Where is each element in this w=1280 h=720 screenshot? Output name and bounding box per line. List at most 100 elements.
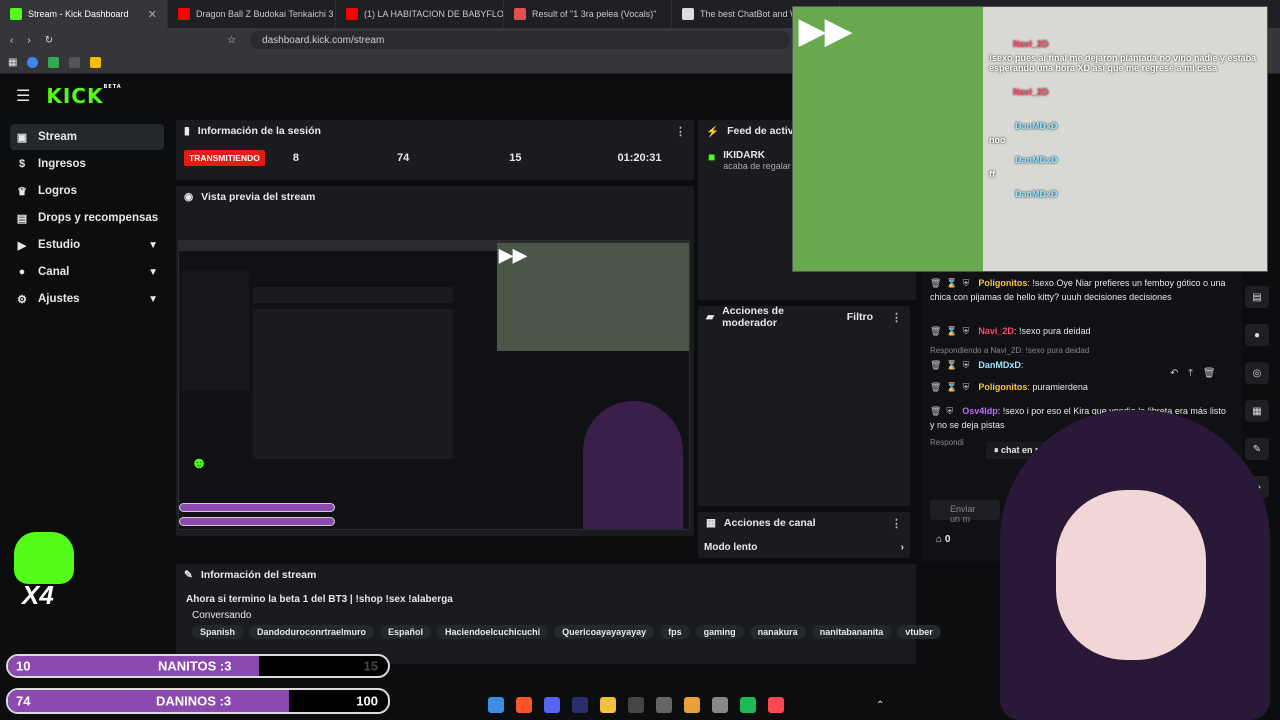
film-icon: ▦ [706,517,716,529]
mod-action-icons[interactable]: 🗑⌛⛨ [930,382,974,392]
document-icon[interactable]: ▤ [1245,286,1269,308]
sidebar-item-drops[interactable]: ▤ Drops y recompensas [10,205,164,231]
obs-icon[interactable] [628,697,644,713]
hamburger-menu-icon[interactable]: ☰ [16,86,30,106]
browser-tab[interactable]: (1) LA HABITACION DE BABYFLO [336,0,504,28]
reply-icon[interactable]: ↶ [1170,368,1178,379]
youtube-favicon-icon [178,8,190,20]
tag[interactable]: gaming [695,625,744,639]
folder-icon[interactable] [600,697,616,713]
chrome-bookmark-icon[interactable] [27,57,39,68]
tag[interactable]: Haciendoelcuchicuchi [437,625,549,639]
back-icon[interactable]: ‹ [10,35,13,46]
chat-message: 🗑⌛⛨ Poligonitos: puramierdena [930,382,1088,392]
mod-action-icons[interactable]: 🗑⌛⛨ [930,326,974,336]
bar-fill [8,690,290,712]
nanitos-progress-bar: 10 NANITOS :3 15 [6,654,390,678]
tag[interactable]: vtuber [897,625,941,639]
multiplier-label: X4 [22,580,54,610]
chat-message: 🗑⌛⛨ Navi_2D: !sexo pura deidad [930,326,1091,336]
mini-bar [179,517,335,526]
edit-icon: ✎ [184,569,193,581]
kebab-menu-icon[interactable]: ⋮ [675,125,686,138]
play-logo-icon: ▶▶ [499,245,527,265]
kebab-menu-icon[interactable]: ⋮ [891,311,902,324]
eye-icon: ◉ [184,191,194,203]
pin-icon[interactable]: ⤒ [1188,368,1192,379]
discord-icon[interactable] [544,697,560,713]
tag[interactable]: Spanish [192,625,244,639]
tag[interactable]: Dandoduroconrtraelmuro [249,625,375,639]
chevron-down-icon: ▼ [148,266,158,278]
chat-message: 🗑⌛⛨ Poligonitos: !sexo Oye Niar prefieres… [930,278,1226,302]
chevron-down-icon: ▼ [148,293,158,305]
tag[interactable]: nanitabananita [811,625,892,639]
tray-chevron-icon[interactable]: ⌃ [876,700,884,711]
tag[interactable]: Quericoayayayayay [554,625,655,639]
stat-value: 8 [292,152,299,164]
windows-start-icon[interactable] [488,697,504,713]
stat-value: 15 [509,152,522,164]
browser-tab[interactable]: Dragon Ball Z Budokai Tenkaichi 3 Ve [168,0,336,28]
brave-icon[interactable] [516,697,532,713]
slow-mode-row[interactable]: Modo lento › [698,534,910,553]
url-field[interactable]: dashboard.kick.com/stream [250,31,791,49]
app-icon[interactable] [684,697,700,713]
close-tab-icon[interactable]: ✕ [148,8,157,21]
sidebar-item-ingresos[interactable]: $ Ingresos [10,151,164,177]
browser-tab[interactable]: Stream - Kick Dashboard ✕ [0,0,168,28]
app-icon[interactable] [712,697,728,713]
kebab-menu-icon[interactable]: ⋮ [891,517,902,530]
tag[interactable]: Español [380,625,432,639]
reply-context: Respondiendo a Navi_2D: !sexo pura deida… [930,346,1090,355]
tag[interactable]: nanakura [749,625,806,639]
sidebar-item-canal[interactable]: ● Canal ▼ [10,259,164,285]
kick-header: ☰ KICKBETA [0,74,920,118]
video-icon: ▶ [17,239,27,252]
wrench-icon[interactable]: ✎ [1245,438,1269,460]
sidebar-item-logros[interactable]: ♛ Logros [10,178,164,204]
session-info-panel: ▮ Información de la sesión ⋮ TRANSMITIENDO… [176,120,694,180]
gift-icon: ■ [708,150,716,164]
sidebar: ▣ Stream $ Ingresos ♛ Logros ▤ Drops y recom… [0,124,172,314]
spotify-icon[interactable] [740,697,756,713]
mod-action-icons[interactable]: 🗑⌛⛨ [930,360,974,370]
audition-icon[interactable] [572,697,588,713]
apps-grid-icon[interactable]: ▦ [8,57,17,68]
stat-value: 01:20:31 [617,152,662,164]
mod-action-icons[interactable]: 🗑⛨ [930,406,958,416]
tag[interactable]: fps [660,625,690,639]
bookmark-icon[interactable]: ☆ [227,35,236,46]
sidebar-item-estudio[interactable]: ▶ Estudio ▼ [10,232,164,258]
avatar-face [1056,490,1206,660]
mini-bar [179,503,335,512]
filter-button[interactable]: Filtro [847,311,873,323]
browser-tab[interactable]: Result of "1 3ra pelea (Vocals)" [504,0,672,28]
layout-icon[interactable]: ▦ [1245,400,1269,422]
mod-action-icons[interactable]: 🗑⌛⛨ [930,278,974,288]
panel-header: ◉ Vista previa del stream [184,191,316,203]
chat-bubble-icon[interactable]: ● [1245,324,1269,346]
delete-icon[interactable]: 🗑 [1203,368,1216,379]
sidebar-item-ajustes[interactable]: ⚙ Ajustes ▼ [10,286,164,312]
panel-header: ✎ Información del stream [184,569,317,581]
kick-logo[interactable]: KICKBETA [46,84,121,108]
sidebar-item-stream[interactable]: ▣ Stream [10,124,164,150]
mini-avatar [583,401,683,529]
drive-bookmark-icon[interactable] [90,57,102,68]
app-icon[interactable] [656,697,672,713]
stat-value: 74 [396,152,410,164]
bookmark-icon[interactable] [69,57,81,68]
chat-count: ⌂ 0 [936,534,951,545]
chat-input[interactable]: Enviar un m [930,500,1000,524]
broadcast-icon[interactable]: ◎ [1245,362,1269,384]
stream-preview-video[interactable]: ▶▶ ☻ [178,240,690,530]
drive-bookmark-icon[interactable] [48,57,60,68]
channel-actions-panel: ▦ Acciones de canal ⋮ Modo lento › [698,512,910,558]
result-favicon-icon [514,8,526,20]
valorant-icon[interactable] [768,697,784,713]
camera-icon: ▣ [16,131,28,144]
reload-icon[interactable]: ↻ [45,35,53,46]
forward-icon[interactable]: › [27,35,30,46]
category-name[interactable]: Conversando [192,610,941,621]
